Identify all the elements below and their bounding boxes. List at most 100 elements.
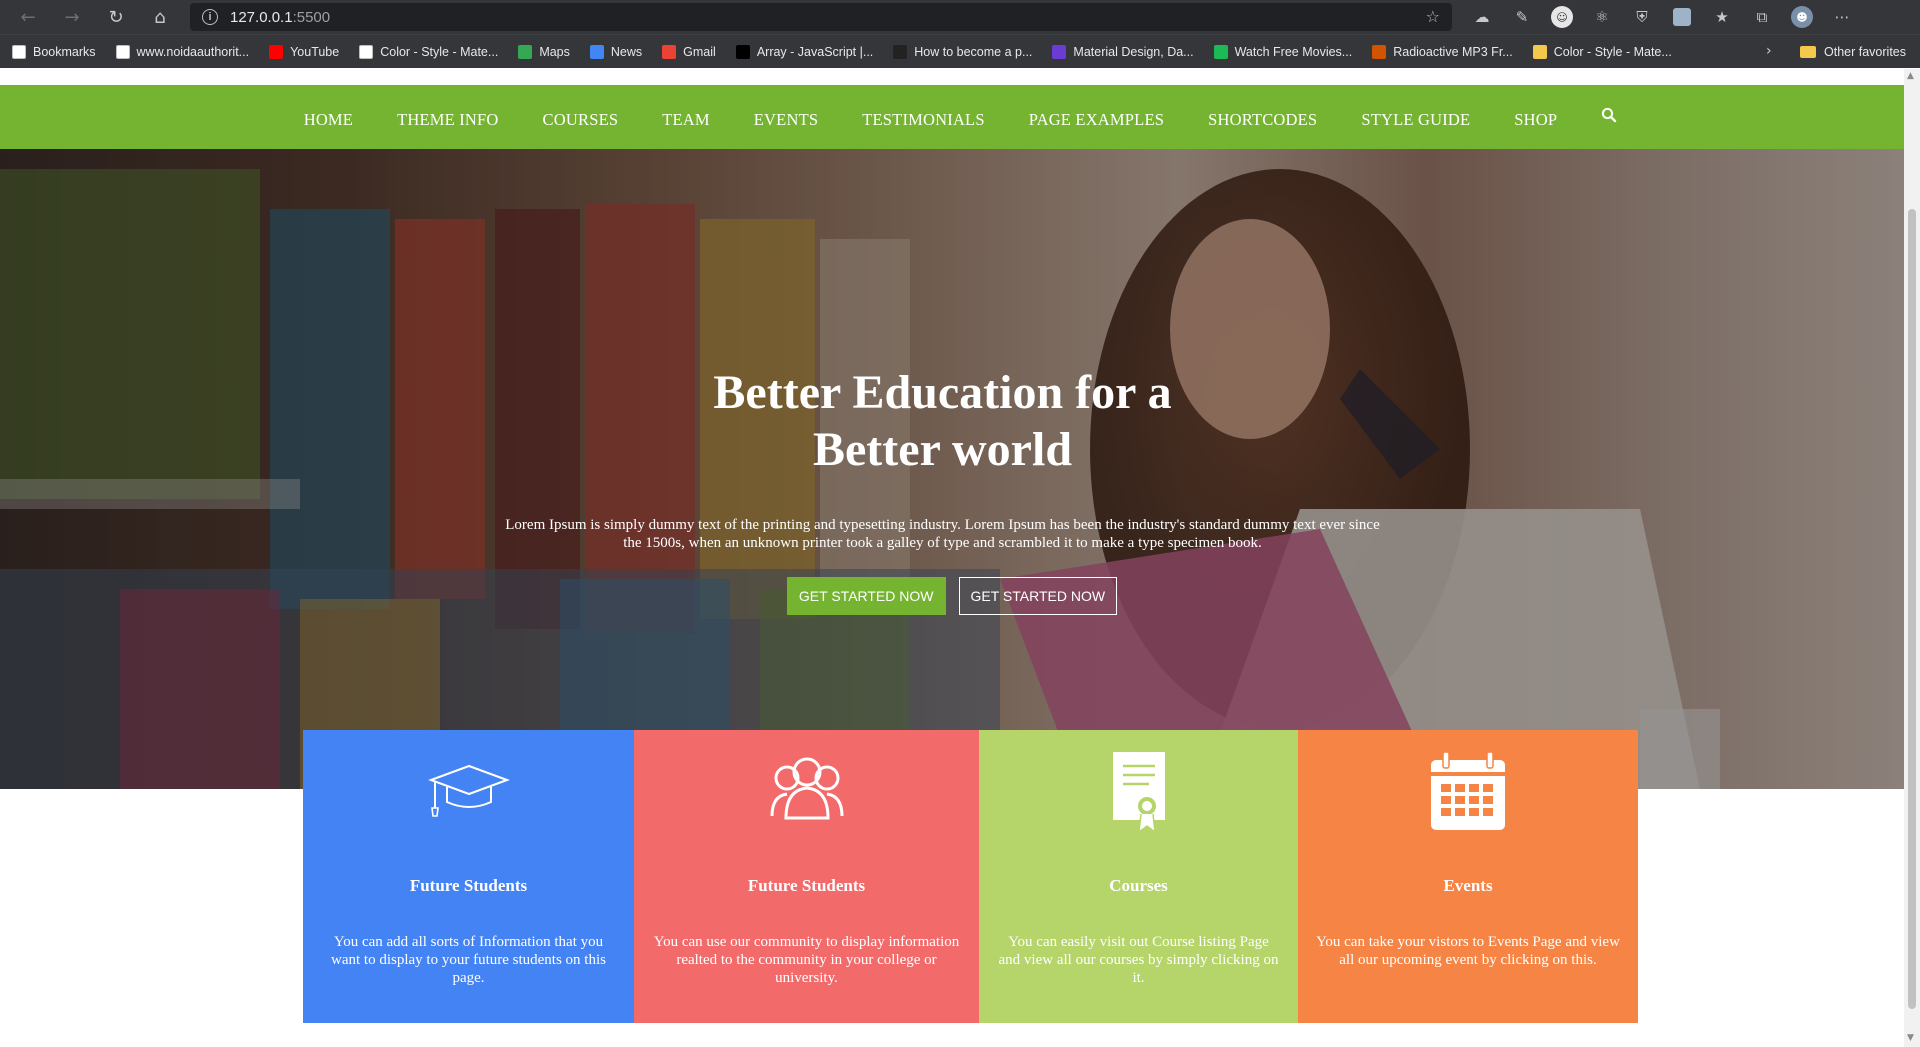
search-icon[interactable] (1601, 107, 1617, 128)
page-icon (359, 44, 374, 59)
page-icon (893, 44, 908, 59)
bookmark-label: Watch Free Movies... (1234, 44, 1353, 59)
nav-item-style-guide[interactable]: STYLE GUIDE (1361, 104, 1470, 130)
extensions-area: ☁ ✎ ☺ ⚛ ⛨ ★ ⧉ ☻ ⋯ (1462, 0, 1862, 34)
extension-cloud-icon[interactable]: ☁ (1462, 0, 1502, 34)
feature-title: Future Students (747, 876, 866, 895)
maps-icon (518, 44, 533, 59)
get-started-button[interactable]: GET STARTED NOW (786, 577, 946, 615)
bookmark-item[interactable]: Bookmarks (12, 44, 96, 59)
forward-icon[interactable]: → (50, 0, 94, 34)
bookmark-item[interactable]: Maps (518, 44, 570, 59)
features-row: Future Students You can add all sorts of… (303, 730, 1638, 1023)
folder-icon (1800, 46, 1817, 58)
hero-description: Lorem Ipsum is simply dummy text of the … (505, 517, 1380, 551)
feature-card-future-students[interactable]: Future Students You can add all sorts of… (303, 730, 634, 1023)
material-icon (1052, 44, 1067, 59)
bookmark-item[interactable]: Material Design, Da... (1052, 44, 1194, 59)
favorites-icon[interactable]: ★ (1702, 0, 1742, 34)
feature-text: You can easily visit out Course listing … (998, 934, 1279, 986)
nav-item-events[interactable]: EVENTS (754, 104, 818, 130)
hero-actions: GET STARTED NOW GET STARTED NOW (0, 577, 1904, 615)
hero-title: Better Education for a Better world (713, 366, 1172, 476)
bookmark-item[interactable]: Watch Free Movies... (1213, 44, 1353, 59)
scroll-down-icon[interactable]: ▼ (1907, 1033, 1914, 1043)
bookmark-item[interactable]: YouTube (269, 44, 340, 59)
address-bar[interactable]: i 127.0.0.1:5500 ☆ (190, 3, 1452, 31)
bookmark-item[interactable]: How to become a p... (893, 44, 1033, 59)
bookmark-label: Bookmarks (33, 44, 96, 59)
feature-text: You can use our community to display inf… (653, 934, 960, 986)
news-icon (589, 44, 604, 59)
bookmark-label: Color - Style - Mate... (380, 44, 499, 59)
nav-item-home[interactable]: HOME (304, 104, 353, 130)
page-scrollbar[interactable]: ▲ ▼ (1904, 69, 1920, 1047)
bookmark-label: Gmail (683, 44, 716, 59)
url-text[interactable]: 127.0.0.1:5500 (230, 9, 330, 26)
browser-toolbar: ← → ↻ ⌂ i 127.0.0.1:5500 ☆ ☁ ✎ ☺ ⚛ ⛨ ★ ⧉… (0, 0, 1920, 34)
feature-card-courses[interactable]: Courses You can easily visit out Course … (979, 730, 1298, 1023)
scroll-up-icon[interactable]: ▲ (1907, 71, 1914, 81)
feature-title: Events (1443, 876, 1493, 895)
other-favorites-label: Other favorites (1824, 45, 1906, 59)
collections-icon[interactable]: ⧉ (1742, 0, 1782, 34)
extension-circle-icon[interactable]: ☺ (1542, 0, 1582, 34)
extension-react-icon[interactable]: ⚛ (1582, 0, 1622, 34)
feature-card-community[interactable]: Future Students You can use our communit… (634, 730, 979, 1023)
bookmark-label: Color - Style - Mate... (1553, 44, 1672, 59)
scrollbar-thumb[interactable] (1908, 209, 1916, 1009)
mdn-icon (735, 44, 750, 59)
get-started-outline-button[interactable]: GET STARTED NOW (958, 577, 1118, 615)
nav-item-team[interactable]: TEAM (662, 104, 710, 130)
reload-icon[interactable]: ↻ (94, 0, 138, 34)
profile-avatar-icon[interactable]: ☻ (1782, 0, 1822, 34)
gmail-icon (662, 44, 677, 59)
nav-item-courses[interactable]: COURSES (543, 104, 619, 130)
bookmark-item[interactable]: Gmail (662, 44, 716, 59)
bookmark-label: Maps (539, 44, 570, 59)
bookmark-label: Radioactive MP3 Fr... (1393, 44, 1513, 59)
bookmarks-overflow-icon[interactable]: › (1766, 43, 1772, 59)
back-icon[interactable]: ← (6, 0, 50, 34)
hero-section: Better Education for a Better world Lorem… (0, 149, 1904, 789)
movie-icon (1213, 44, 1228, 59)
bookmark-label: Material Design, Da... (1073, 44, 1194, 59)
feature-card-events[interactable]: Events You can take your vistors to Even… (1298, 730, 1638, 1023)
nav-item-theme-info[interactable]: THEME INFO (397, 104, 498, 130)
extension-pen-icon[interactable]: ✎ (1502, 0, 1542, 34)
page-viewport: HOME THEME INFO COURSES TEAM EVENTS TESTIMONI… (0, 69, 1904, 1047)
bookmark-item[interactable]: Color - Style - Mate... (359, 44, 499, 59)
page-icon (12, 44, 26, 59)
add-favorite-icon[interactable]: ☆ (1426, 7, 1440, 26)
bookmark-label: www.noidaauthorit... (136, 44, 250, 59)
nav-item-shortcodes[interactable]: SHORTCODES (1208, 104, 1317, 130)
bookmark-item[interactable]: Color - Style - Mate... (1532, 44, 1672, 59)
home-icon[interactable]: ⌂ (138, 0, 182, 34)
bookmark-item[interactable]: Array - JavaScript |... (735, 44, 874, 59)
bookmark-label: News (610, 44, 643, 59)
feature-text: You can take your vistors to Events Page… (1316, 934, 1620, 968)
nav-item-testimonials[interactable]: TESTIMONIALS (862, 104, 984, 130)
bookmark-label: YouTube (290, 44, 340, 59)
graduation-cap-icon (303, 750, 634, 834)
nav-item-page-examples[interactable]: PAGE EXAMPLES (1029, 104, 1164, 130)
nav-menu: HOME THEME INFO COURSES TEAM EVENTS TESTIMONI… (282, 104, 1580, 130)
bookmark-item[interactable]: www.noidaauthorit... (115, 44, 250, 59)
other-favorites[interactable]: Other favorites (1800, 35, 1906, 69)
extension-puzzle-icon[interactable] (1662, 0, 1702, 34)
bookmark-item[interactable]: News (589, 44, 643, 59)
extension-shield-icon[interactable]: ⛨ (1622, 0, 1662, 34)
bookmark-item[interactable]: Radioactive MP3 Fr... (1372, 44, 1513, 59)
more-menu-icon[interactable]: ⋯ (1822, 0, 1862, 34)
certificate-icon (979, 750, 1298, 834)
site-info-icon[interactable]: i (202, 9, 218, 25)
nav-item-shop[interactable]: SHOP (1514, 104, 1557, 130)
feature-title: Future Students (409, 876, 528, 895)
feature-title: Courses (1109, 876, 1168, 895)
flag-icon (1532, 44, 1547, 59)
bookmark-label: How to become a p... (914, 44, 1033, 59)
bookmarks-bar: Bookmarks www.noidaauthorit... YouTube Colo… (0, 34, 1920, 68)
youtube-icon (269, 44, 284, 59)
bookmark-label: Array - JavaScript |... (756, 44, 874, 59)
page-icon (115, 44, 130, 59)
